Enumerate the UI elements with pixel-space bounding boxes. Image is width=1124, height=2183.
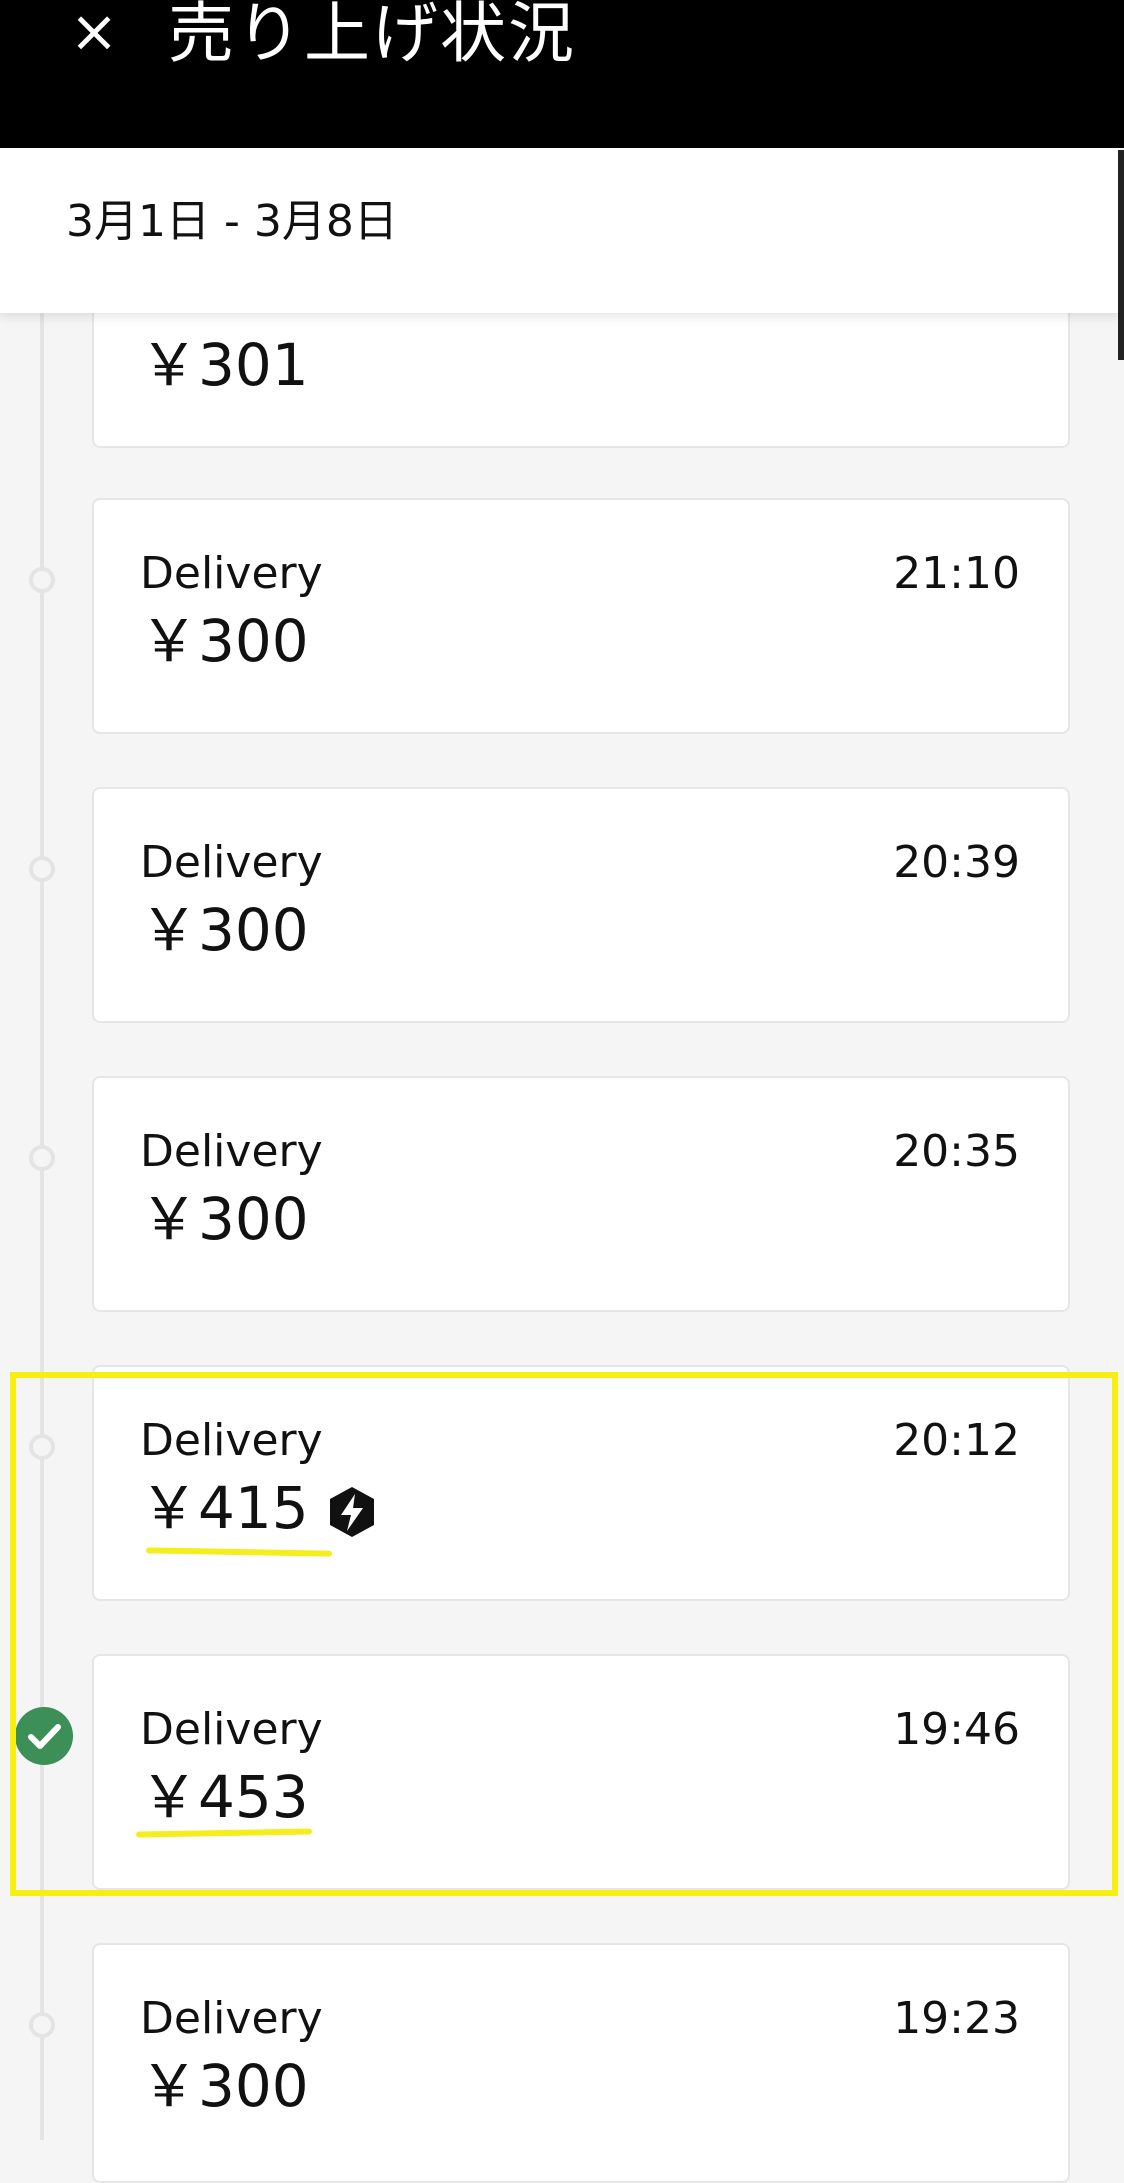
delivery-card[interactable]: Delivery 20:12 ￥415 bbox=[92, 1365, 1070, 1601]
date-range: 3月1日 - 3月8日 bbox=[66, 196, 398, 247]
timeline-dot bbox=[29, 1145, 55, 1171]
page-title: 売り上げ状況 bbox=[168, 0, 576, 72]
delivery-amount: ￥300 bbox=[140, 2052, 309, 2120]
timeline-dot bbox=[29, 856, 55, 882]
delivery-label: Delivery bbox=[140, 837, 323, 888]
delivery-time: 20:12 bbox=[893, 1415, 1020, 1466]
scrollbar[interactable] bbox=[1118, 150, 1124, 360]
delivery-card[interactable]: Delivery 21:10 ￥300 bbox=[92, 498, 1070, 734]
lightning-hexagon-icon bbox=[326, 1485, 378, 1539]
delivery-amount: ￥300 bbox=[140, 896, 309, 964]
close-icon[interactable]: × bbox=[68, 0, 120, 62]
delivery-amount: ￥300 bbox=[140, 1185, 309, 1253]
timeline-dot bbox=[29, 2012, 55, 2038]
check-icon bbox=[15, 1707, 73, 1765]
delivery-label: Delivery bbox=[140, 1415, 323, 1466]
delivery-amount: ￥453 bbox=[140, 1763, 309, 1831]
delivery-label: Delivery bbox=[140, 548, 323, 599]
delivery-card[interactable]: Delivery 20:35 ￥300 bbox=[92, 1076, 1070, 1312]
delivery-card[interactable]: Delivery 19:46 ￥453 bbox=[92, 1654, 1070, 1890]
timeline-dot bbox=[29, 1434, 55, 1460]
delivery-time: 19:46 bbox=[893, 1704, 1020, 1755]
date-range-bar[interactable]: 3月1日 - 3月8日 bbox=[0, 148, 1120, 313]
delivery-label: Delivery bbox=[140, 1126, 323, 1177]
delivery-time: 19:23 bbox=[893, 1993, 1020, 2044]
delivery-time: 21:10 bbox=[893, 548, 1020, 599]
delivery-card[interactable]: Delivery 19:23 ￥300 bbox=[92, 1943, 1070, 2183]
header-bar: × 売り上げ状況 bbox=[0, 0, 1124, 148]
delivery-time: 20:39 bbox=[893, 837, 1020, 888]
delivery-amount: ￥300 bbox=[140, 607, 309, 675]
delivery-amount: ￥301 bbox=[140, 331, 309, 399]
delivery-label: Delivery bbox=[140, 1993, 323, 2044]
highlight-underline bbox=[145, 1547, 333, 1557]
timeline-dot bbox=[29, 567, 55, 593]
delivery-time: 20:35 bbox=[893, 1126, 1020, 1177]
delivery-card[interactable]: Delivery 20:39 ￥300 bbox=[92, 787, 1070, 1023]
delivery-label: Delivery bbox=[140, 1704, 323, 1755]
delivery-amount: ￥415 bbox=[140, 1474, 309, 1542]
